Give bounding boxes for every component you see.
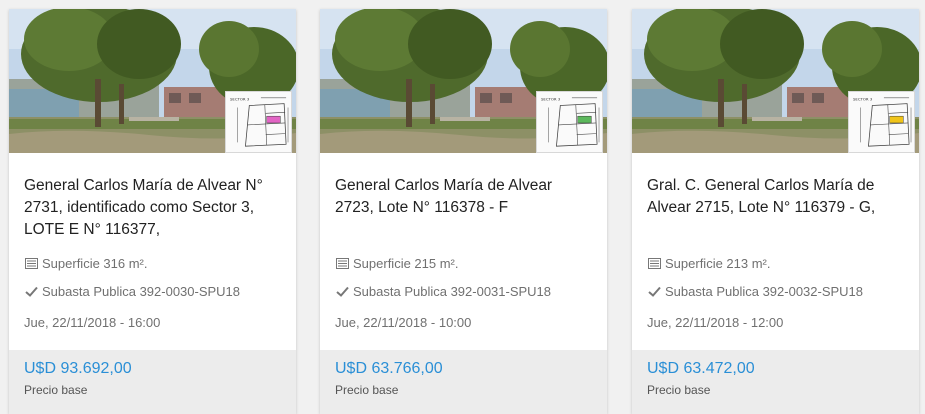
svg-text:SECTOR 3: SECTOR 3 (230, 97, 250, 102)
price-footer: U$D 63.766,00 Precio base (320, 350, 607, 414)
check-icon (647, 284, 661, 298)
auction-row: Subasta Publica 392-0032-SPU18 (647, 283, 904, 299)
auction-text: Subasta Publica 392-0030-SPU18 (42, 283, 241, 299)
property-photo[interactable]: SECTOR 3 (632, 9, 919, 153)
listing-icon (24, 256, 38, 270)
auction-date: Jue, 22/11/2018 - 12:00 (647, 315, 784, 330)
card-body: General Carlos María de Alvear 2723, Lot… (320, 153, 607, 348)
surface-text: Superficie 215 m². (353, 255, 459, 271)
property-title[interactable]: General Carlos María de Alvear N° 2731, … (24, 175, 281, 243)
auction-date: Jue, 22/11/2018 - 16:00 (24, 315, 161, 330)
property-card[interactable]: SECTOR 3 General Carlos María de Alvear … (320, 9, 607, 414)
price-footer: U$D 93.692,00 Precio base (9, 350, 296, 414)
lot-plan-image: SECTOR 3 (848, 91, 915, 153)
property-photo[interactable]: SECTOR 3 (9, 9, 296, 153)
auction-row: Subasta Publica 392-0031-SPU18 (335, 283, 592, 299)
base-price: U$D 63.472,00 (647, 360, 755, 377)
svg-text:SECTOR 3: SECTOR 3 (853, 97, 873, 102)
base-price: U$D 63.766,00 (335, 360, 443, 377)
lot-plan-image: SECTOR 3 (536, 91, 603, 153)
property-card[interactable]: SECTOR 3 Gral. C. General Carlos María d… (632, 9, 919, 414)
surface-row: Superficie 215 m². (335, 255, 592, 271)
property-photo[interactable]: SECTOR 3 (320, 9, 607, 153)
listing-icon (335, 256, 349, 270)
property-card[interactable]: SECTOR 3 General Carlos María de Alvear … (9, 9, 296, 414)
listing-icon (647, 256, 661, 270)
auction-row: Subasta Publica 392-0030-SPU18 (24, 283, 281, 299)
surface-row: Superficie 316 m². (24, 255, 281, 271)
check-icon (335, 284, 349, 298)
surface-text: Superficie 316 m². (42, 255, 148, 271)
surface-text: Superficie 213 m². (665, 255, 771, 271)
svg-text:SECTOR 3: SECTOR 3 (541, 97, 561, 102)
auction-date: Jue, 22/11/2018 - 10:00 (335, 315, 472, 330)
auction-text: Subasta Publica 392-0031-SPU18 (353, 283, 552, 299)
property-title[interactable]: General Carlos María de Alvear 2723, Lot… (335, 175, 592, 243)
base-price-label: Precio base (24, 383, 88, 397)
lot-plan-image: SECTOR 3 (225, 91, 292, 153)
base-price-label: Precio base (647, 383, 711, 397)
property-card-grid: SECTOR 3 General Carlos María de Alvear … (0, 0, 925, 414)
base-price: U$D 93.692,00 (24, 360, 132, 377)
card-body: General Carlos María de Alvear N° 2731, … (9, 153, 296, 348)
card-body: Gral. C. General Carlos María de Alvear … (632, 153, 919, 348)
price-footer: U$D 63.472,00 Precio base (632, 350, 919, 414)
surface-row: Superficie 213 m². (647, 255, 904, 271)
auction-text: Subasta Publica 392-0032-SPU18 (665, 283, 864, 299)
base-price-label: Precio base (335, 383, 399, 397)
check-icon (24, 284, 38, 298)
property-title[interactable]: Gral. C. General Carlos María de Alvear … (647, 175, 904, 243)
